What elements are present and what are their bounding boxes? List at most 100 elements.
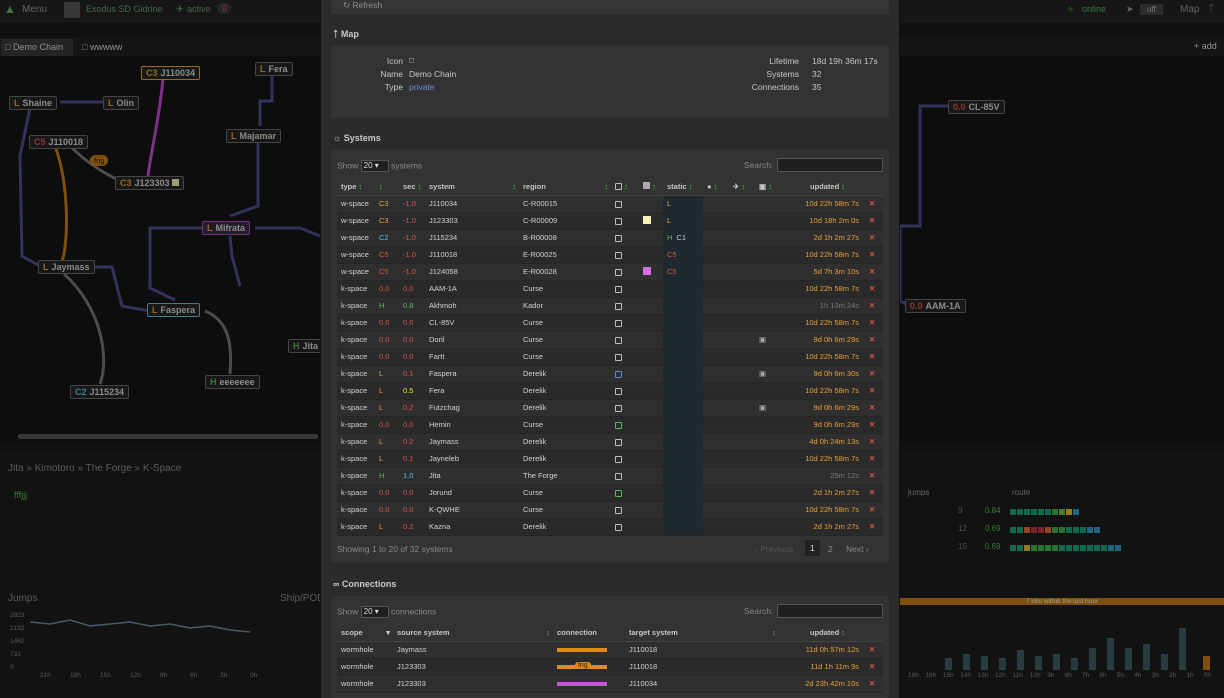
cell-checkbox[interactable] (611, 467, 639, 485)
cell-checkbox[interactable] (611, 382, 639, 400)
cell-checkbox[interactable] (611, 246, 639, 264)
header-static[interactable]: static ↕ (663, 178, 703, 196)
delete-button[interactable]: ✕ (865, 450, 883, 468)
cell-lock: ▣ (755, 365, 781, 383)
cell-checkbox[interactable] (611, 263, 639, 281)
connection-row[interactable]: wormhole J123303 J110034 2d 23h 42m 10s … (337, 675, 883, 693)
systems-next-button[interactable]: Next › (846, 544, 869, 554)
delete-button[interactable]: ✕ (865, 314, 883, 332)
header-target[interactable]: target system ↕ (625, 624, 779, 642)
delete-button[interactable]: ✕ (865, 195, 883, 213)
system-row[interactable]: k-space 0.0 0.0 CL-85V Curse 10d 22h 58m… (337, 314, 883, 332)
cell-checkbox[interactable] (611, 348, 639, 366)
delete-button[interactable]: ✕ (865, 501, 883, 519)
cell-position (703, 382, 729, 400)
cell-checkbox[interactable] (611, 501, 639, 519)
delete-button[interactable]: ✕ (865, 297, 883, 315)
system-row[interactable]: w-space C2 -1.0 J115234 B-R00008 H C1 2d … (337, 229, 883, 247)
delete-button[interactable]: ✕ (865, 416, 883, 434)
cell-checkbox[interactable] (611, 212, 639, 230)
cell-checkbox[interactable] (611, 331, 639, 349)
system-row[interactable]: w-space C5 -1.0 J124058 E-R00028 C5 5d 7… (337, 263, 883, 281)
refresh-button[interactable]: ↻ Refresh (331, 0, 889, 14)
system-row[interactable]: w-space C3 -1.0 J110034 C-R00015 L 10d 2… (337, 195, 883, 213)
color-swatch (643, 215, 651, 224)
cell-checkbox[interactable] (611, 314, 639, 332)
delete-button[interactable]: ✕ (865, 641, 883, 659)
header-scope[interactable]: scope ▾ (337, 624, 393, 642)
cell-checkbox[interactable] (611, 450, 639, 468)
delete-button[interactable]: ✕ (865, 675, 883, 693)
header-type[interactable]: type ↕ (337, 178, 375, 196)
systems-page-2[interactable]: 2 (828, 544, 833, 554)
header-connection[interactable]: connection (553, 624, 625, 642)
delete-button[interactable]: ✕ (865, 484, 883, 502)
cell-type: w-space (337, 212, 375, 230)
header-region[interactable]: region ↕ (519, 178, 611, 196)
cell-checkbox[interactable] (611, 195, 639, 213)
delete-button[interactable]: ✕ (865, 382, 883, 400)
cell-position (703, 484, 729, 502)
header-checkbox[interactable]: ↕ (611, 178, 639, 196)
delete-button[interactable]: ✕ (865, 433, 883, 451)
cell-position (703, 450, 729, 468)
delete-button[interactable]: ✕ (865, 212, 883, 230)
cell-checkbox[interactable] (611, 433, 639, 451)
delete-button[interactable]: ✕ (865, 246, 883, 264)
connections-page-length-select[interactable]: 20 ▾ (360, 606, 389, 618)
system-row[interactable]: k-space L 0.2 Futzchag Derelik ▣ 9d 0h 6… (337, 399, 883, 417)
system-row[interactable]: k-space 0.0 0.0 AAM-1A Curse 10d 22h 58m… (337, 280, 883, 298)
header-color[interactable]: ↕ (639, 178, 663, 196)
delete-button[interactable]: ✕ (865, 518, 883, 536)
connection-row[interactable]: wormhole J123303 frig J110018 11d 1h 11m… (337, 658, 883, 676)
cell-checkbox[interactable] (611, 280, 639, 298)
system-row[interactable]: k-space 0.0 0.0 Hemin Curse 9d 0h 6m 29s… (337, 416, 883, 434)
system-row[interactable]: k-space H 0.8 Akhmoh Kador 1h 13m 24s ✕ (337, 297, 883, 315)
cell-checkbox[interactable] (611, 229, 639, 247)
delete-button[interactable]: ✕ (865, 348, 883, 366)
connection-row[interactable]: wormhole Jaymass J110018 11d 0h 57m 12s … (337, 641, 883, 659)
cell-color (639, 365, 663, 383)
system-row[interactable]: k-space 0.0 0.0 Fartt Curse 10d 22h 58m … (337, 348, 883, 366)
header-ship[interactable]: ✈ ↕ (729, 178, 755, 196)
cell-checkbox[interactable] (611, 518, 639, 536)
connections-search-input[interactable] (777, 604, 883, 618)
header-updated[interactable]: updated ↕ (781, 178, 865, 196)
header-system[interactable]: system ↕ (425, 178, 519, 196)
cell-checkbox[interactable] (611, 416, 639, 434)
delete-button[interactable]: ✕ (865, 399, 883, 417)
header-class[interactable]: ↕ (375, 178, 399, 196)
system-row[interactable]: k-space L 0.1 Jayneleb Derelik 10d 22h 5… (337, 450, 883, 468)
header-position[interactable]: ● ↕ (703, 178, 729, 196)
system-row[interactable]: k-space 0.0 0.0 Doril Curse ▣ 9d 0h 6m 2… (337, 331, 883, 349)
system-row[interactable]: k-space 0.0 0.0 Jorund Curse 2d 1h 2m 27… (337, 484, 883, 502)
cell-color (639, 399, 663, 417)
delete-button[interactable]: ✕ (865, 229, 883, 247)
system-row[interactable]: k-space L 0.5 Fera Derelik 10d 22h 58m 7… (337, 382, 883, 400)
system-row[interactable]: k-space L 0.2 Jaymass Derelik 4d 0h 24m … (337, 433, 883, 451)
cell-checkbox[interactable] (611, 365, 639, 383)
header-conn-updated[interactable]: updated ↕ (779, 624, 865, 642)
systems-page-length-select[interactable]: 20 ▾ (360, 160, 389, 172)
system-row[interactable]: w-space C3 -1.0 J123303 C-R00009 L 10d 1… (337, 212, 883, 230)
header-source[interactable]: source system ↕ (393, 624, 553, 642)
cell-checkbox[interactable] (611, 399, 639, 417)
delete-button[interactable]: ✕ (865, 467, 883, 485)
system-row[interactable]: k-space 0.0 0.0 K-QWHE Curse 10d 22h 58m… (337, 501, 883, 519)
systems-prev-button[interactable]: ‹ Previous (755, 544, 793, 554)
cell-checkbox[interactable] (611, 297, 639, 315)
delete-button[interactable]: ✕ (865, 331, 883, 349)
delete-button[interactable]: ✕ (865, 658, 883, 676)
header-lock[interactable]: ▣ ↕ (755, 178, 781, 196)
cell-checkbox[interactable] (611, 484, 639, 502)
delete-button[interactable]: ✕ (865, 263, 883, 281)
systems-search-input[interactable] (777, 158, 883, 172)
delete-button[interactable]: ✕ (865, 280, 883, 298)
system-row[interactable]: w-space C5 -1.0 J110018 E-R00025 C5 10d … (337, 246, 883, 264)
system-row[interactable]: k-space L 0.2 Kazna Derelik 2d 1h 2m 27s… (337, 518, 883, 536)
systems-page-1[interactable]: 1 (805, 540, 820, 556)
delete-button[interactable]: ✕ (865, 365, 883, 383)
system-row[interactable]: k-space H 1.0 Jita The Forge 25m 12s ✕ (337, 467, 883, 485)
system-row[interactable]: k-space L 0.1 Faspera Derelik ▣ 9d 0h 6m… (337, 365, 883, 383)
header-sec[interactable]: sec ↕ (399, 178, 425, 196)
